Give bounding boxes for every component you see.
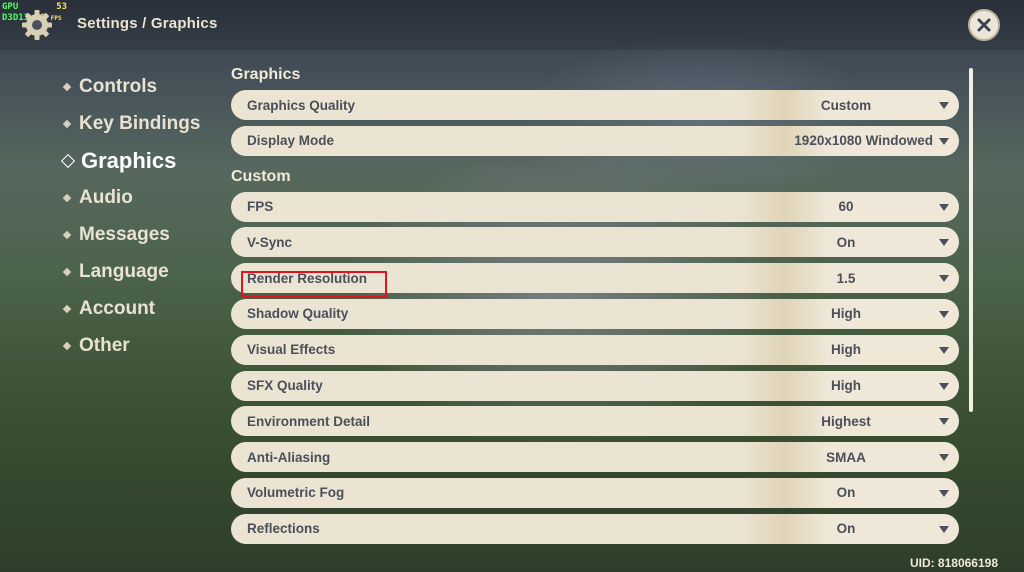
setting-dropdown-value[interactable]: On bbox=[761, 521, 931, 536]
sidebar-item-other[interactable]: Other bbox=[60, 327, 200, 364]
setting-label: Reflections bbox=[247, 521, 320, 537]
sidebar-item-messages[interactable]: Messages bbox=[60, 216, 200, 253]
bullet-icon bbox=[62, 304, 72, 313]
dropdown-arrow-icon[interactable] bbox=[939, 382, 949, 390]
gear-icon bbox=[20, 8, 54, 42]
bullet-icon bbox=[60, 153, 76, 168]
setting-label: Shadow Quality bbox=[247, 306, 349, 322]
settings-panel: Graphics Graphics Quality Custom Display… bbox=[231, 60, 961, 550]
setting-row-v-sync[interactable]: V-Sync On bbox=[231, 227, 959, 258]
sidebar-item-label: Messages bbox=[79, 223, 170, 245]
bullet-icon bbox=[62, 193, 72, 202]
breadcrumb: Settings / Graphics bbox=[77, 15, 218, 32]
dropdown-arrow-icon[interactable] bbox=[939, 489, 949, 497]
gpu-label: GPU bbox=[2, 2, 19, 12]
dropdown-arrow-icon[interactable] bbox=[939, 203, 949, 211]
setting-row-visual-effects[interactable]: Visual Effects High bbox=[231, 334, 959, 365]
sidebar-item-label: Language bbox=[79, 260, 169, 282]
setting-dropdown-value[interactable]: 60 bbox=[761, 199, 931, 214]
dropdown-arrow-icon[interactable] bbox=[939, 454, 949, 462]
setting-dropdown-value[interactable]: On bbox=[761, 485, 931, 500]
dropdown-arrow-icon[interactable] bbox=[939, 102, 949, 109]
setting-label: Display Mode bbox=[247, 133, 335, 149]
setting-label: Anti-Aliasing bbox=[247, 449, 331, 465]
gpu-value: 53 bbox=[56, 2, 68, 12]
setting-label: V-Sync bbox=[247, 234, 293, 250]
setting-row-environment-detail[interactable]: Environment Detail Highest bbox=[231, 406, 959, 437]
scrollbar[interactable] bbox=[969, 68, 973, 412]
setting-row-reflections[interactable]: Reflections On bbox=[231, 513, 959, 544]
setting-dropdown-value[interactable]: 1920x1080 Windowed bbox=[794, 133, 933, 148]
bullet-icon bbox=[62, 267, 72, 276]
dropdown-arrow-icon[interactable] bbox=[939, 310, 949, 318]
setting-dropdown-value[interactable]: High bbox=[761, 342, 931, 357]
sidebar-item-language[interactable]: Language bbox=[60, 253, 200, 290]
sidebar-item-label: Account bbox=[79, 297, 155, 319]
setting-dropdown-value[interactable]: Highest bbox=[761, 414, 931, 429]
setting-row-sfx-quality[interactable]: SFX Quality High bbox=[231, 370, 959, 401]
sidebar-item-graphics[interactable]: Graphics bbox=[60, 142, 200, 179]
dropdown-arrow-icon[interactable] bbox=[939, 275, 949, 283]
setting-row-anti-aliasing[interactable]: Anti-Aliasing SMAA bbox=[231, 442, 959, 473]
setting-row-fps[interactable]: FPS 60 bbox=[231, 191, 959, 222]
setting-label: Visual Effects bbox=[247, 342, 336, 358]
sidebar-item-label: Other bbox=[79, 334, 130, 356]
sidebar-item-audio[interactable]: Audio bbox=[60, 179, 200, 216]
close-icon bbox=[977, 18, 991, 32]
setting-label: Volumetric Fog bbox=[247, 485, 345, 501]
sidebar-item-label: Audio bbox=[79, 186, 133, 208]
section-title-custom: Custom bbox=[231, 167, 291, 185]
setting-label: Environment Detail bbox=[247, 413, 371, 429]
sidebar: Controls Key Bindings Graphics Audio Mes… bbox=[60, 68, 200, 364]
uid-label: UID: 818066198 bbox=[909, 556, 998, 570]
setting-row-graphics-quality[interactable]: Graphics Quality Custom bbox=[231, 90, 959, 120]
setting-dropdown-value[interactable]: High bbox=[761, 306, 931, 321]
setting-row-shadow-quality[interactable]: Shadow Quality High bbox=[231, 298, 959, 329]
dropdown-arrow-icon[interactable] bbox=[939, 137, 949, 145]
setting-dropdown-value[interactable]: 1.5 bbox=[761, 271, 931, 286]
setting-label: Graphics Quality bbox=[247, 97, 356, 113]
setting-dropdown-value[interactable]: SMAA bbox=[761, 450, 931, 465]
bullet-icon bbox=[62, 341, 72, 350]
setting-label: SFX Quality bbox=[247, 378, 323, 394]
setting-dropdown-value[interactable]: On bbox=[761, 235, 931, 250]
section-title-graphics: Graphics bbox=[231, 66, 301, 83]
bullet-icon bbox=[62, 82, 72, 91]
setting-row-display-mode[interactable]: Display Mode 1920x1080 Windowed bbox=[231, 125, 959, 156]
setting-dropdown-value[interactable]: High bbox=[761, 378, 931, 393]
bullet-icon bbox=[62, 119, 72, 128]
setting-row-volumetric-fog[interactable]: Volumetric Fog On bbox=[231, 477, 959, 508]
sidebar-item-controls[interactable]: Controls bbox=[60, 68, 200, 105]
dropdown-arrow-icon[interactable] bbox=[939, 346, 949, 354]
dropdown-arrow-icon[interactable] bbox=[939, 418, 949, 426]
sidebar-item-label: Graphics bbox=[81, 147, 177, 173]
dropdown-arrow-icon[interactable] bbox=[939, 239, 949, 247]
close-button[interactable] bbox=[968, 9, 1000, 41]
sidebar-item-label: Key Bindings bbox=[79, 112, 201, 134]
setting-label: FPS bbox=[247, 199, 274, 215]
setting-dropdown-value[interactable]: Custom bbox=[761, 98, 931, 113]
highlight-box bbox=[241, 271, 387, 298]
sidebar-item-label: Controls bbox=[79, 75, 158, 97]
dropdown-arrow-icon[interactable] bbox=[939, 525, 949, 533]
bullet-icon bbox=[62, 230, 72, 239]
sidebar-item-key-bindings[interactable]: Key Bindings bbox=[60, 105, 200, 142]
sidebar-item-account[interactable]: Account bbox=[60, 290, 200, 327]
